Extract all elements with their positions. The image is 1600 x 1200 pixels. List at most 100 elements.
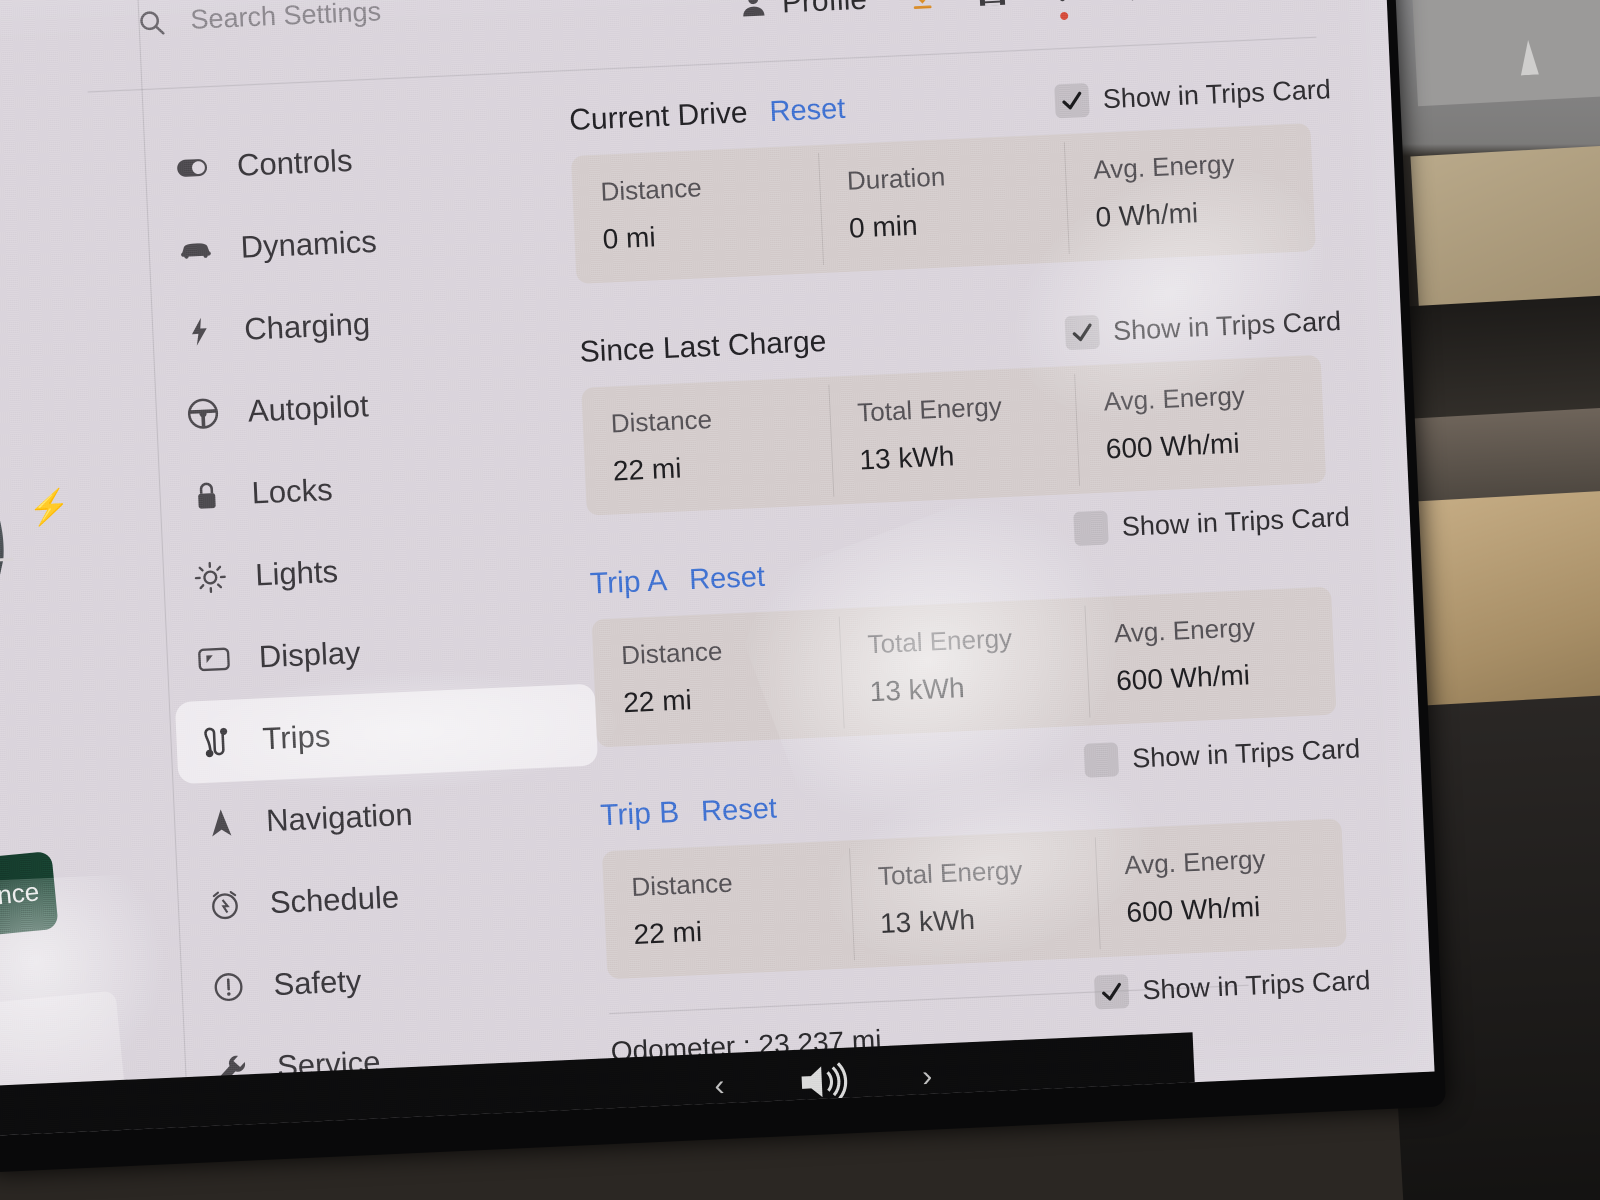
stat-value: 13 kWh: [869, 672, 966, 708]
trips-section-current-drive: Current Drive Reset Show in Trips Card D…: [568, 71, 1331, 284]
speaker-volume-icon[interactable]: [796, 1061, 852, 1103]
stat-key: Distance: [599, 172, 703, 207]
navigation-arrow-icon: [201, 803, 241, 843]
padlock-icon: [187, 476, 227, 516]
stat-value: 0 Wh/mi: [1094, 197, 1199, 233]
stat-key: Avg. Energy: [1092, 148, 1236, 185]
stat-cell: Avg. Energy 600 Wh/mi: [1095, 818, 1347, 957]
stat-value: 0 mi: [601, 221, 657, 255]
settings-panel: Search Settings AIRBAG OFF Profile: [87, 0, 1372, 1137]
trips-section-since-last-charge: Since Last Charge Show in Trips Card Dis…: [578, 303, 1342, 516]
checkbox-label: Show in Trips Card: [1141, 964, 1372, 1005]
previous-button[interactable]: ‹: [714, 1069, 726, 1103]
profile-button[interactable]: Profile: [737, 0, 868, 22]
checkbox[interactable]: [1093, 974, 1130, 1010]
checkbox[interactable]: [1054, 82, 1090, 119]
stat-cell: Distance 0 mi: [571, 145, 823, 284]
stat-cell: Total Energy 13 kWh: [828, 366, 1080, 505]
stat-key: Total Energy: [856, 391, 1003, 428]
search-bar[interactable]: Search Settings: [140, 0, 382, 38]
software-download-icon[interactable]: [906, 0, 937, 13]
steering-wheel-icon: [183, 394, 223, 434]
warning-circle-icon: [209, 967, 249, 1007]
trips-section-trip-a: Trip A Reset Show in Trips Card Distance…: [589, 501, 1350, 748]
stat-key: Avg. Energy: [1123, 843, 1267, 881]
screenshot-root: Open Trunk: [0, 0, 1600, 1200]
stat-value: 13 kWh: [858, 440, 955, 476]
stat-key: Distance: [620, 635, 723, 671]
trips-section-trip-b: Trip B Reset Show in Trips Card Distance…: [600, 733, 1361, 980]
toggle-switch-icon: [172, 148, 212, 188]
sun-lights-icon: [190, 558, 230, 598]
open-trunk-label[interactable]: Open Trunk: [0, 215, 66, 298]
stat-key: Distance: [630, 867, 734, 903]
bluetooth-icon[interactable]: [1116, 0, 1147, 4]
section-title[interactable]: Trip B: [600, 796, 680, 833]
reset-button[interactable]: Reset: [769, 93, 846, 129]
stat-cell: Distance 22 mi: [581, 377, 833, 516]
stat-key: Total Energy: [877, 854, 1023, 892]
notification-bell-icon: [1059, 0, 1065, 2]
stat-cell: Avg. Energy 600 Wh/mi: [1074, 355, 1326, 494]
show-in-trips-card-toggle[interactable]: Show in Trips Card: [1093, 963, 1372, 1010]
stat-key: Avg. Energy: [1113, 612, 1256, 649]
stat-value: 13 kWh: [879, 903, 976, 940]
search-input[interactable]: Search Settings: [190, 0, 382, 36]
profile-icon: [742, 0, 765, 17]
alarm-clock-icon: [205, 885, 245, 925]
reset-button[interactable]: Reset: [700, 793, 777, 829]
car-front-icon: [176, 230, 216, 270]
notification-button[interactable]: [1046, 0, 1077, 21]
sidebar-item-label: Safety: [272, 963, 363, 1003]
sidebar-item-label: Display: [258, 634, 362, 675]
stat-value: 22 mi: [612, 452, 683, 487]
status-icons: Profile: [737, 0, 1242, 22]
vehicle-render-image[interactable]: [0, 428, 41, 691]
windshield-area: [1412, 0, 1600, 107]
range-badge-label: ance: [0, 875, 41, 912]
reset-button[interactable]: Reset: [688, 561, 765, 597]
checkbox[interactable]: [1073, 510, 1109, 547]
winding-road-icon: [198, 722, 238, 762]
sidebar-item-label: Trips: [261, 718, 332, 757]
checkbox[interactable]: [1083, 742, 1119, 778]
stat-key: Total Energy: [866, 622, 1013, 660]
stat-value: 600 Wh/mi: [1105, 427, 1241, 465]
garage-icon[interactable]: [976, 0, 1007, 10]
section-title: Current Drive: [568, 96, 749, 138]
stat-cell: Avg. Energy 600 Wh/mi: [1084, 587, 1336, 726]
range-badge[interactable]: ance: [0, 850, 59, 947]
sidebar-item-label: Navigation: [265, 796, 414, 839]
sidebar-item-label: Autopilot: [247, 388, 370, 429]
stat-value: 0 min: [848, 209, 919, 244]
section-title: Since Last Charge: [578, 324, 827, 369]
stat-value: 22 mi: [622, 684, 693, 719]
section-title[interactable]: Trip A: [589, 564, 668, 601]
next-button[interactable]: ›: [922, 1060, 934, 1094]
tesla-touchscreen: Open Trunk: [0, 0, 1435, 1138]
stat-value: 600 Wh/mi: [1125, 891, 1261, 929]
stat-key: Distance: [610, 404, 713, 439]
sidebar-item-label: Dynamics: [239, 223, 378, 265]
lightning-bolt-icon: [180, 312, 220, 352]
stat-cell: Avg. Energy 0 Wh/mi: [1064, 123, 1316, 262]
stat-key: Avg. Energy: [1103, 380, 1246, 417]
sidebar-item-label: Controls: [236, 142, 354, 183]
stat-key: Duration: [846, 161, 946, 196]
stat-value: 600 Wh/mi: [1115, 659, 1251, 697]
search-icon: [140, 10, 165, 35]
trips-content: Current Drive Reset Show in Trips Card D…: [568, 71, 1371, 1090]
stat-cell: Distance 22 mi: [602, 840, 854, 979]
sidebar-item-label: Schedule: [269, 879, 400, 921]
stat-value: 22 mi: [632, 915, 703, 950]
display-screen-icon: [194, 640, 234, 680]
notification-dot-badge: [1059, 11, 1068, 21]
stat-cell: Duration 0 min: [817, 134, 1069, 273]
settings-sidebar: Controls Dynamics Charging Autopilot Loc…: [149, 110, 616, 1137]
stat-cell: Total Energy 13 kWh: [838, 598, 1090, 737]
checkbox[interactable]: [1064, 314, 1100, 351]
sidebar-item-label: Locks: [250, 471, 334, 511]
sidebar-item-label: Lights: [254, 553, 339, 593]
charge-port-lightning-bolt-icon[interactable]: ⚡: [27, 487, 71, 529]
dashboard-wood-trim-lower: [1398, 487, 1600, 733]
